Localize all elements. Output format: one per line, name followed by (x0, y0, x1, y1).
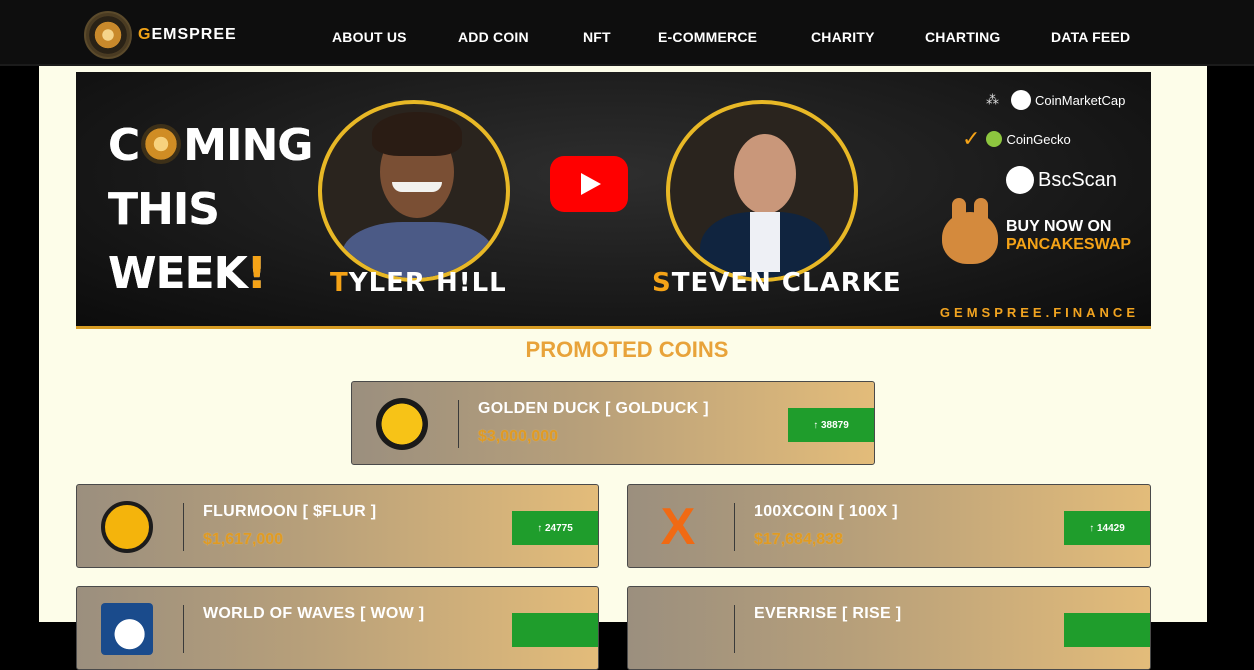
coin-market-cap: $3,000,000 (478, 428, 559, 445)
bscscan-icon (1006, 166, 1034, 194)
coin-name: 100XCOIN [ 100X ] (754, 503, 898, 520)
coin-card-everrise[interactable]: EVERRISE [ RISE ] (627, 586, 1151, 670)
divider (734, 503, 735, 551)
nav-add-coin[interactable]: ADD COIN (458, 29, 529, 45)
coin-name: EVERRISE [ RISE ] (754, 605, 902, 622)
vote-button[interactable]: ↑ 24775 (512, 511, 598, 545)
buy-now-pancakeswap[interactable]: BUY NOW ON PANCAKESWAP (1006, 218, 1131, 254)
divider (458, 400, 459, 448)
promo-banner[interactable]: C MING THIS WEEK! TYLER H!LL STEVEN CLARK… (76, 72, 1151, 329)
divider (183, 503, 184, 551)
coinmarketcap-listing: ⁂ CoinMarketCap (986, 90, 1125, 110)
pancakeswap-bunny-icon (942, 198, 998, 264)
coming-this-week-text: C MING THIS WEEK! (108, 120, 313, 299)
vote-button[interactable] (1064, 613, 1150, 647)
100x-x-icon: X (660, 498, 696, 556)
nav-data-feed[interactable]: DATA FEED (1051, 29, 1130, 45)
nav-charting[interactable]: CHARTING (925, 29, 1000, 45)
coinmarketcap-icon (1011, 90, 1031, 110)
nav-about-us[interactable]: ABOUT US (332, 29, 407, 45)
top-navbar: GEMSPREE ABOUT US ADD COIN NFT E-COMMERC… (0, 0, 1254, 66)
gemspree-logo-icon (84, 11, 132, 59)
steven-clarke-name: STEVEN CLARKE (652, 268, 902, 298)
coin-name: GOLDEN DUCK [ GOLDUCK ] (478, 400, 709, 417)
gem-coin-icon (141, 124, 182, 164)
coin-card-world-of-waves[interactable]: WORLD OF WAVES [ WOW ] (76, 586, 599, 670)
vote-button[interactable] (512, 613, 598, 647)
checkmark-icon: ✓ (962, 126, 981, 151)
vote-button[interactable]: ↑ 14429 (1064, 511, 1150, 545)
coin-market-cap: $17,684,838 (754, 531, 843, 548)
tyler-hill-portrait (318, 100, 510, 282)
coin-card-flurmoon[interactable]: FLURMOON [ $FLUR ] $1,617,000 ↑ 24775 (76, 484, 599, 568)
site-logo[interactable]: GEMSPREE (84, 11, 237, 59)
coin-card-golden-duck[interactable]: GOLDEN DUCK [ GOLDUCK ] $3,000,000 ↑ 388… (351, 381, 875, 465)
coin-market-cap: $1,617,000 (203, 531, 284, 548)
divider (183, 605, 184, 653)
coin-name: WORLD OF WAVES [ WOW ] (203, 605, 425, 622)
site-url-text: GEMSPREE.FINANCE (939, 305, 1139, 320)
coingecko-listing: ✓ CoinGecko (962, 126, 1071, 151)
world-of-waves-icon (101, 603, 153, 655)
nav-e-commerce[interactable]: E-COMMERCE (658, 29, 757, 45)
bscscan-listing: BscScan (1006, 166, 1117, 194)
coin-card-100xcoin[interactable]: X 100XCOIN [ 100X ] $17,684,838 ↑ 14429 (627, 484, 1151, 568)
nav-charity[interactable]: CHARITY (811, 29, 875, 45)
youtube-play-icon[interactable] (550, 156, 628, 212)
loading-spinner-icon: ⁂ (986, 92, 999, 107)
logo-text: GEMSPREE (138, 26, 237, 43)
divider (734, 605, 735, 653)
tyler-hill-name: TYLER H!LL (330, 268, 507, 298)
nav-nft[interactable]: NFT (583, 29, 611, 45)
flurmoon-icon (101, 501, 153, 553)
golden-duck-icon (376, 398, 428, 450)
coin-name: FLURMOON [ $FLUR ] (203, 503, 377, 520)
promoted-coins-title: PROMOTED COINS (525, 337, 729, 362)
vote-button[interactable]: ↑ 38879 (788, 408, 874, 442)
coingecko-icon (986, 131, 1003, 147)
steven-clarke-portrait (666, 100, 858, 282)
